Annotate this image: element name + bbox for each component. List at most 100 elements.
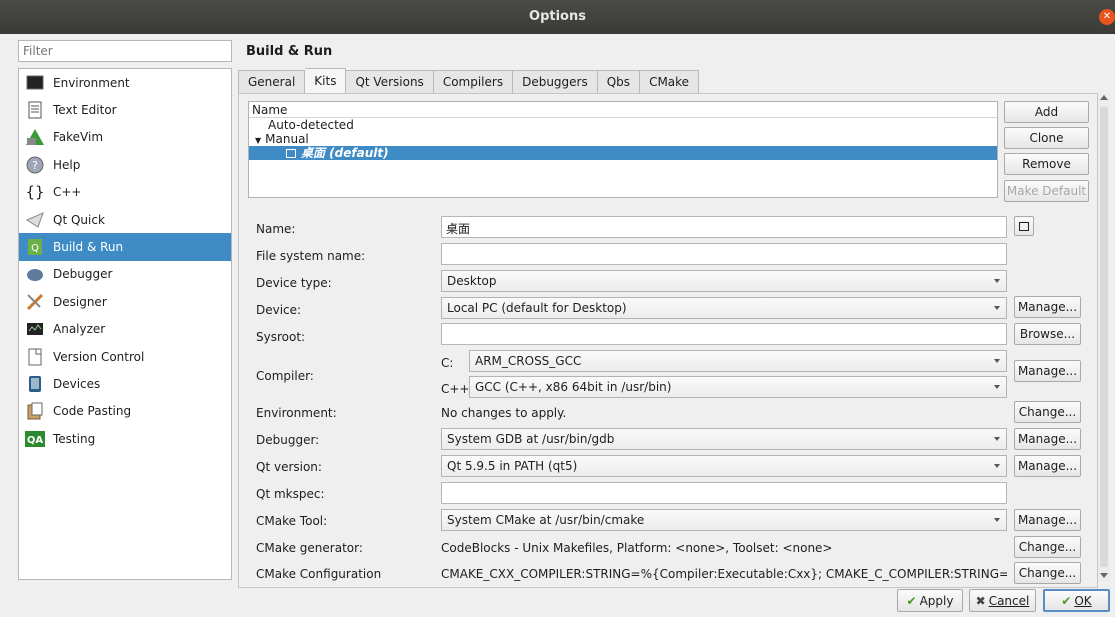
category-version-control[interactable]: Version Control — [19, 343, 231, 370]
category-fakevim[interactable]: FakeVim — [19, 124, 231, 151]
window-title: Options — [529, 9, 586, 24]
category-cpp[interactable]: {} C++ — [19, 179, 231, 206]
qa-icon: QA — [25, 429, 45, 449]
cmake-config-change-button[interactable]: Change... — [1014, 562, 1081, 584]
tab-qbs[interactable]: Qbs — [597, 70, 641, 93]
tree-item-label: Manual — [265, 132, 309, 146]
combo-value: GCC (C++, x86 64bit in /usr/bin) — [475, 380, 672, 394]
sysroot-browse-button[interactable]: Browse... — [1014, 323, 1081, 345]
category-help[interactable]: ? Help — [19, 151, 231, 178]
category-testing[interactable]: QA Testing — [19, 425, 231, 452]
cmake-tool-combo[interactable]: System CMake at /usr/bin/cmake — [441, 509, 1007, 531]
category-label: Build & Run — [53, 240, 124, 255]
compiler-cxx-combo[interactable]: GCC (C++, x86 64bit in /usr/bin) — [469, 376, 1007, 398]
device-icon-button[interactable] — [1014, 216, 1034, 236]
analyzer-icon — [25, 319, 45, 339]
debugger-label: Debugger: — [256, 433, 320, 447]
combo-value: Qt 5.9.5 in PATH (qt5) — [447, 459, 578, 473]
category-text-editor[interactable]: Text Editor — [19, 96, 231, 123]
svg-text:QA: QA — [27, 435, 44, 446]
chevron-down-icon — [994, 464, 1000, 468]
device-manage-button[interactable]: Manage... — [1014, 296, 1081, 318]
category-label: Designer — [53, 294, 107, 309]
button-label: Apply — [919, 593, 954, 608]
clone-button[interactable]: Clone — [1004, 127, 1089, 149]
combo-value: Desktop — [447, 274, 497, 288]
cmake-config-value: CMAKE_CXX_COMPILER:STRING=%{Compiler:Exe… — [441, 567, 1007, 581]
debugger-manage-button[interactable]: Manage... — [1014, 428, 1081, 450]
filter-input[interactable] — [18, 40, 232, 62]
chevron-down-icon — [994, 385, 1000, 389]
category-qt-quick[interactable]: Qt Quick — [19, 206, 231, 233]
compiler-c-combo[interactable]: ARM_CROSS_GCC — [469, 350, 1007, 372]
qt-version-manage-button[interactable]: Manage... — [1014, 455, 1081, 477]
tab-compilers[interactable]: Compilers — [433, 70, 514, 93]
tab-debuggers[interactable]: Debuggers — [513, 70, 598, 93]
category-code-pasting[interactable]: Code Pasting — [19, 398, 231, 425]
tree-item-auto-detected[interactable]: Auto-detected — [249, 118, 997, 132]
combo-value: ARM_CROSS_GCC — [475, 354, 582, 368]
ok-button[interactable]: ✔ OK — [1043, 589, 1110, 612]
device-label: Device: — [256, 303, 302, 317]
qt-mkspec-label: Qt mkspec: — [256, 487, 325, 501]
add-button[interactable]: Add — [1004, 101, 1089, 123]
category-debugger[interactable]: Debugger — [19, 261, 231, 288]
category-build-run[interactable]: Q Build & Run — [19, 233, 231, 261]
category-label: Testing — [53, 431, 96, 446]
tree-header: Name — [249, 102, 997, 118]
close-icon[interactable]: ✕ — [1099, 9, 1115, 25]
sysroot-field[interactable] — [441, 323, 1007, 345]
title-bar: Options ✕ — [0, 0, 1115, 34]
document-icon — [25, 100, 45, 120]
tab-cmake[interactable]: CMake — [640, 70, 700, 93]
category-analyzer[interactable]: Analyzer — [19, 316, 231, 343]
remove-button[interactable]: Remove — [1004, 153, 1089, 175]
tree-item-label: 桌面 (default) — [301, 146, 389, 160]
tree-item-manual[interactable]: ▼ Manual — [249, 132, 997, 146]
devices-icon — [25, 374, 45, 394]
category-designer[interactable]: Designer — [19, 288, 231, 315]
environment-change-button[interactable]: Change... — [1014, 401, 1081, 423]
tab-qt-versions[interactable]: Qt Versions — [346, 70, 434, 93]
device-type-combo[interactable]: Desktop — [441, 270, 1007, 292]
expand-arrow-icon[interactable]: ▼ — [255, 136, 261, 145]
category-label: Environment — [53, 75, 130, 90]
category-environment[interactable]: Environment — [19, 69, 231, 96]
cmake-generator-change-button[interactable]: Change... — [1014, 536, 1081, 558]
environment-value: No changes to apply. — [441, 406, 567, 420]
scroll-down-icon[interactable] — [1100, 573, 1108, 578]
version-control-icon — [25, 347, 45, 367]
cmake-config-label: CMake Configuration — [256, 567, 382, 581]
tab-kits[interactable]: Kits — [305, 68, 347, 93]
category-label: FakeVim — [53, 130, 104, 145]
category-devices[interactable]: Devices — [19, 370, 231, 397]
kit-tree[interactable]: Name Auto-detected ▼ Manual 桌面 (default) — [248, 101, 998, 198]
combo-value: System GDB at /usr/bin/gdb — [447, 432, 615, 446]
button-label: OK — [1074, 593, 1092, 608]
qt-mkspec-field[interactable] — [441, 482, 1007, 504]
tab-general[interactable]: General — [238, 70, 306, 93]
desktop-icon — [286, 149, 296, 158]
qt-version-label: Qt version: — [256, 460, 322, 474]
category-label: Devices — [53, 376, 101, 391]
debugger-combo[interactable]: System GDB at /usr/bin/gdb — [441, 428, 1007, 450]
environment-label: Environment: — [256, 406, 337, 420]
fsname-field[interactable] — [441, 243, 1007, 265]
make-default-button[interactable]: Make Default — [1004, 180, 1089, 202]
cmake-tool-manage-button[interactable]: Manage... — [1014, 509, 1081, 531]
device-combo[interactable]: Local PC (default for Desktop) — [441, 297, 1007, 319]
scroll-up-icon[interactable] — [1100, 95, 1108, 100]
sysroot-label: Sysroot: — [256, 330, 306, 344]
name-field[interactable]: 桌面 — [441, 216, 1007, 238]
apply-button[interactable]: ✔ Apply — [897, 589, 963, 612]
category-label: Analyzer — [53, 322, 106, 337]
qt-version-combo[interactable]: Qt 5.9.5 in PATH (qt5) — [441, 455, 1007, 477]
scrollbar-thumb[interactable] — [1100, 107, 1108, 567]
category-label: Code Pasting — [53, 404, 132, 419]
cancel-button[interactable]: ✖ Cancel — [969, 589, 1036, 612]
tree-item-kit[interactable]: 桌面 (default) — [249, 146, 997, 160]
compiler-c-label: C: — [441, 356, 454, 370]
compiler-manage-button[interactable]: Manage... — [1014, 360, 1081, 382]
vertical-scrollbar[interactable] — [1098, 93, 1110, 581]
fsname-label: File system name: — [256, 249, 366, 263]
